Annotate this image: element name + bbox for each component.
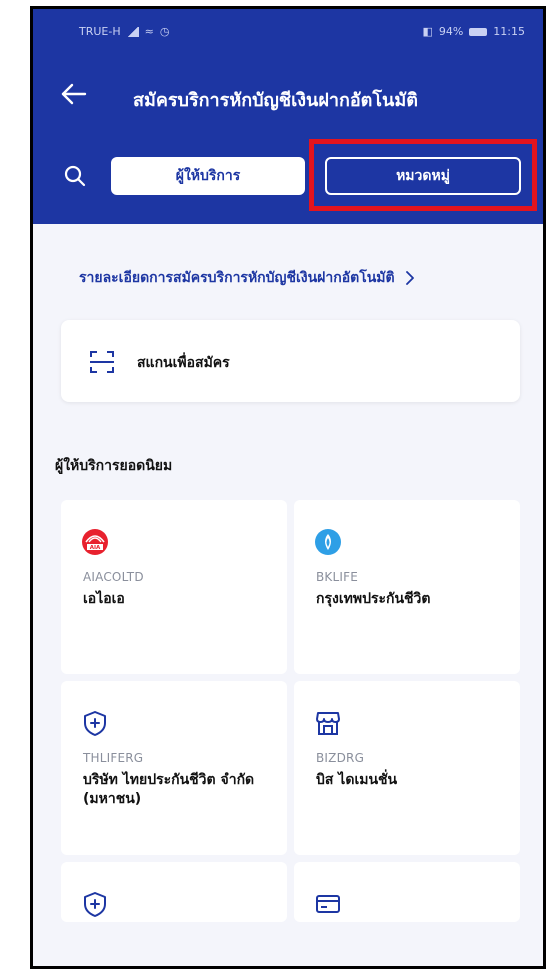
provider-name: บริษัท ไทยประกันชีวิต จำกัด (มหาชน) bbox=[83, 772, 255, 807]
provider-code: AIACOLTD bbox=[83, 570, 144, 584]
shield-plus-icon bbox=[84, 711, 106, 736]
provider-card-6[interactable] bbox=[294, 862, 520, 922]
aia-logo-icon: AIA bbox=[82, 529, 108, 555]
tab-provider[interactable]: ผู้ให้บริการ bbox=[111, 157, 305, 195]
provider-card-thlife[interactable]: THLIFERG บริษัท ไทยประกันชีวิต จำกัด (มห… bbox=[61, 681, 287, 855]
status-right: ◧ 94% 11:15 bbox=[422, 25, 525, 38]
store-icon bbox=[316, 712, 340, 735]
vibrate-icon: ◧ bbox=[422, 25, 433, 38]
card-icon bbox=[316, 895, 340, 913]
provider-card-5[interactable] bbox=[61, 862, 287, 922]
battery-label: 94% bbox=[438, 25, 464, 38]
provider-name: เอไอเอ bbox=[83, 591, 125, 607]
scan-to-register-button[interactable]: สแกนเพื่อสมัคร bbox=[61, 320, 520, 402]
search-icon[interactable] bbox=[63, 164, 87, 188]
battery-icon bbox=[469, 27, 488, 36]
shield-plus-icon bbox=[84, 892, 106, 917]
phone-screen: TRUE-H ≈ ◷ ◧ 94% 11:15 สมัครบริการหักบัญ… bbox=[30, 6, 546, 969]
provider-card-aia[interactable]: AIA AIACOLTD เอไอเอ bbox=[61, 500, 287, 674]
status-left: TRUE-H ≈ ◷ bbox=[79, 25, 169, 38]
chevron-right-icon bbox=[405, 271, 414, 285]
alarm-icon: ◷ bbox=[159, 25, 170, 38]
provider-code: BIZDRG bbox=[316, 751, 365, 765]
registration-details-link[interactable]: รายละเอียดการสมัครบริการหักบัญชีเงินฝากอ… bbox=[79, 267, 417, 289]
wifi-icon: ≈ bbox=[144, 25, 154, 38]
bklife-logo-icon bbox=[315, 529, 341, 555]
scan-label: สแกนเพื่อสมัคร bbox=[137, 355, 230, 371]
provider-code: THLIFERG bbox=[83, 751, 144, 765]
provider-name: กรุงเทพประกันชีวิต bbox=[316, 591, 431, 607]
provider-card-bizdrg[interactable]: BIZDRG บิส ไดเมนชั่น bbox=[294, 681, 520, 855]
signal-icon bbox=[126, 26, 139, 37]
popular-providers-title: ผู้ให้บริการยอดนิยม bbox=[55, 458, 173, 474]
carrier-label: TRUE-H bbox=[79, 25, 121, 38]
title-bar: สมัครบริการหักบัญชีเงินฝากอัตโนมัติ bbox=[33, 71, 543, 121]
status-bar: TRUE-H ≈ ◷ ◧ 94% 11:15 bbox=[33, 9, 543, 59]
category-tab-highlight bbox=[309, 139, 537, 211]
time-label: 11:15 bbox=[493, 25, 525, 38]
svg-text:AIA: AIA bbox=[90, 545, 101, 551]
details-link-label: รายละเอียดการสมัครบริการหักบัญชีเงินฝากอ… bbox=[79, 270, 395, 286]
provider-name: บิส ไดเมนชั่น bbox=[316, 772, 398, 788]
page-title: สมัครบริการหักบัญชีเงินฝากอัตโนมัติ bbox=[133, 90, 418, 111]
provider-code: BKLIFE bbox=[316, 570, 359, 584]
back-arrow-icon[interactable] bbox=[59, 79, 89, 109]
provider-card-bklife[interactable]: BKLIFE กรุงเทพประกันชีวิต bbox=[294, 500, 520, 674]
scan-icon bbox=[90, 351, 114, 373]
